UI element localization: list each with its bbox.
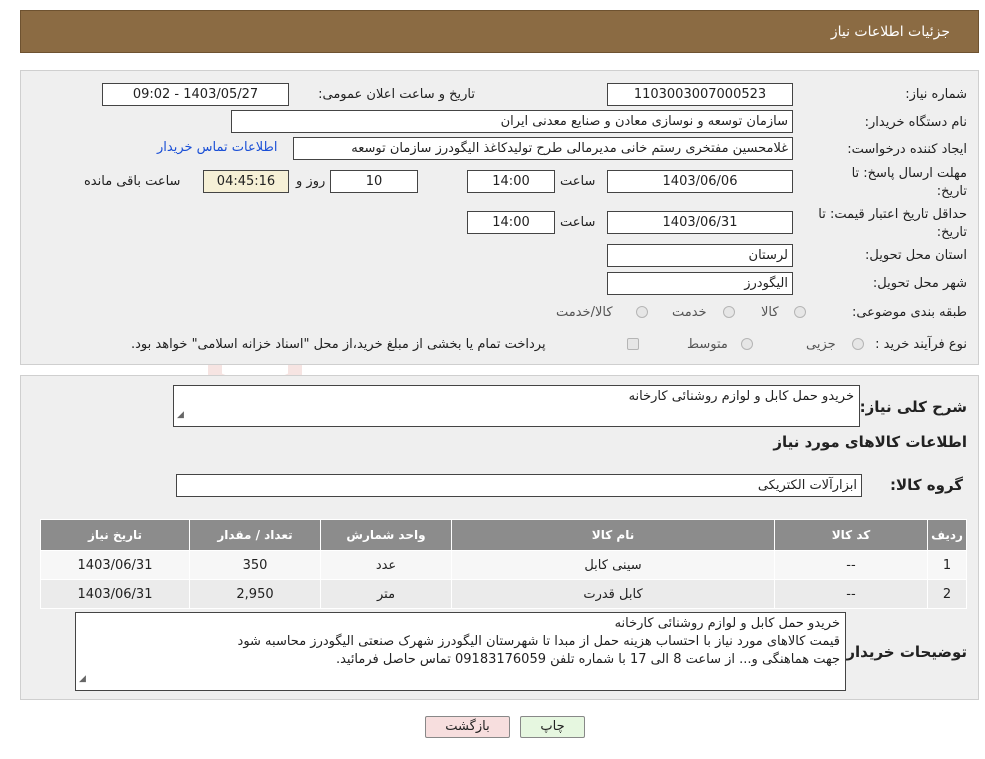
goods-group-label: گروه کالا: <box>890 476 963 494</box>
buyer-notes-line: قیمت کالاهای مورد نیاز با احتساب هزینه ح… <box>237 634 840 649</box>
city-field: الیگودرز <box>607 272 793 295</box>
process-medium-radio[interactable] <box>741 338 753 350</box>
validity-label: حداقل تاریخ اعتبار قیمت: تا <box>818 207 967 222</box>
requester-label: ایجاد کننده درخواست: <box>847 142 967 157</box>
deadline-label-date: تاریخ: <box>936 184 967 199</box>
goods-group-field: ابزارآلات الکتریکی <box>176 474 862 497</box>
col-name-header: نام کالا <box>451 519 775 551</box>
province-label: استان محل تحویل: <box>865 248 967 263</box>
buyer-notes-line: خریدو حمل کابل و لوازم روشنائی کارخانه <box>614 616 840 631</box>
cell-qty: 2,950 <box>189 579 321 609</box>
validity-label-date: تاریخ: <box>936 225 967 240</box>
deadline-time-label: ساعت <box>560 174 596 189</box>
page-header: جزئیات اطلاعات نیاز <box>20 10 979 53</box>
deadline-time-field: 14:00 <box>467 170 555 193</box>
cell-date: 1403/06/31 <box>40 579 190 609</box>
goods-info-title: اطلاعات کالاهای مورد نیاز <box>773 433 967 451</box>
category-goods-label: کالا <box>761 305 779 320</box>
print-button[interactable]: چاپ <box>520 716 585 738</box>
col-unit-header: واحد شمارش <box>320 519 452 551</box>
validity-time-field: 14:00 <box>467 211 555 234</box>
cell-code: -- <box>774 550 928 580</box>
validity-date-field: 1403/06/31 <box>607 211 793 234</box>
buyer-notes-line: جهت هماهنگی و... از ساعت 8 الی 17 با شما… <box>335 652 840 667</box>
process-minor-radio[interactable] <box>852 338 864 350</box>
city-label: شهر محل تحویل: <box>872 276 967 291</box>
days-remaining-field: 10 <box>330 170 418 193</box>
requester-field: غلامحسین مفتخری رستم خانی مدیرمالی طرح ت… <box>293 137 793 160</box>
resize-grip-icon[interactable]: ◢ <box>177 406 184 424</box>
province-field: لرستان <box>607 244 793 267</box>
need-number-field: 1103003007000523 <box>607 83 793 106</box>
need-summary-label: شرح کلی نیاز: <box>859 398 967 416</box>
need-summary-field: خریدو حمل کابل و لوازم روشنائی کارخانه ◢ <box>173 385 860 427</box>
category-goods-service-radio[interactable] <box>636 306 648 318</box>
buyer-contact-link[interactable]: اطلاعات تماس خریدار <box>157 140 277 155</box>
table-row: 1 -- سینی کابل عدد 350 1403/06/31 <box>40 550 967 580</box>
table-row: 2 -- کابل قدرت متر 2,950 1403/06/31 <box>40 579 967 609</box>
resize-grip-icon[interactable]: ◢ <box>79 670 86 688</box>
col-row-header: ردیف <box>927 519 967 551</box>
need-number-label: شماره نیاز: <box>905 87 967 102</box>
cell-unit: عدد <box>320 550 452 580</box>
validity-time-label: ساعت <box>560 215 596 230</box>
cell-row: 2 <box>927 579 967 609</box>
category-service-radio[interactable] <box>723 306 735 318</box>
need-summary-text: خریدو حمل کابل و لوازم روشنائی کارخانه <box>628 389 854 404</box>
category-goods-radio[interactable] <box>794 306 806 318</box>
cell-name: کابل قدرت <box>451 579 775 609</box>
announce-datetime-field: 1403/05/27 - 09:02 <box>102 83 289 106</box>
cell-date: 1403/06/31 <box>40 550 190 580</box>
cell-row: 1 <box>927 550 967 580</box>
treasury-payment-checkbox[interactable] <box>627 338 639 350</box>
remaining-time-label: ساعت باقی مانده <box>84 174 181 189</box>
category-label: طبقه بندی موضوعی: <box>851 305 967 320</box>
back-button[interactable]: بازگشت <box>425 716 510 738</box>
deadline-date-field: 1403/06/06 <box>607 170 793 193</box>
cell-code: -- <box>774 579 928 609</box>
buyer-org-field: سازمان توسعه و نوسازی معادن و صنایع معدن… <box>231 110 793 133</box>
col-date-header: تاریخ نیاز <box>40 519 190 551</box>
col-code-header: کد کالا <box>774 519 928 551</box>
cell-qty: 350 <box>189 550 321 580</box>
remaining-time-field: 04:45:16 <box>203 170 289 193</box>
cell-unit: متر <box>320 579 452 609</box>
buyer-notes-field: خریدو حمل کابل و لوازم روشنائی کارخانه ق… <box>75 612 846 691</box>
process-type-label: نوع فرآیند خرید : <box>875 337 967 352</box>
process-minor-label: جزیی <box>806 337 836 352</box>
treasury-payment-note: پرداخت تمام یا بخشی از مبلغ خرید،از محل … <box>131 337 546 352</box>
process-medium-label: متوسط <box>687 337 728 352</box>
buyer-notes-label: توضیحات خریدار: <box>840 643 967 661</box>
category-service-label: خدمت <box>672 305 707 320</box>
page-title: جزئیات اطلاعات نیاز <box>830 24 950 40</box>
table-header-row: ردیف کد کالا نام کالا واحد شمارش تعداد /… <box>40 519 967 551</box>
announce-datetime-label: تاریخ و ساعت اعلان عمومی: <box>318 87 475 102</box>
cell-name: سینی کابل <box>451 550 775 580</box>
buyer-org-label: نام دستگاه خریدار: <box>864 115 967 130</box>
col-qty-header: تعداد / مقدار <box>189 519 321 551</box>
category-goods-service-label: کالا/خدمت <box>556 305 613 320</box>
goods-table: ردیف کد کالا نام کالا واحد شمارش تعداد /… <box>40 519 967 609</box>
days-label: روز و <box>296 174 326 189</box>
deadline-label: مهلت ارسال پاسخ: تا <box>851 166 967 181</box>
